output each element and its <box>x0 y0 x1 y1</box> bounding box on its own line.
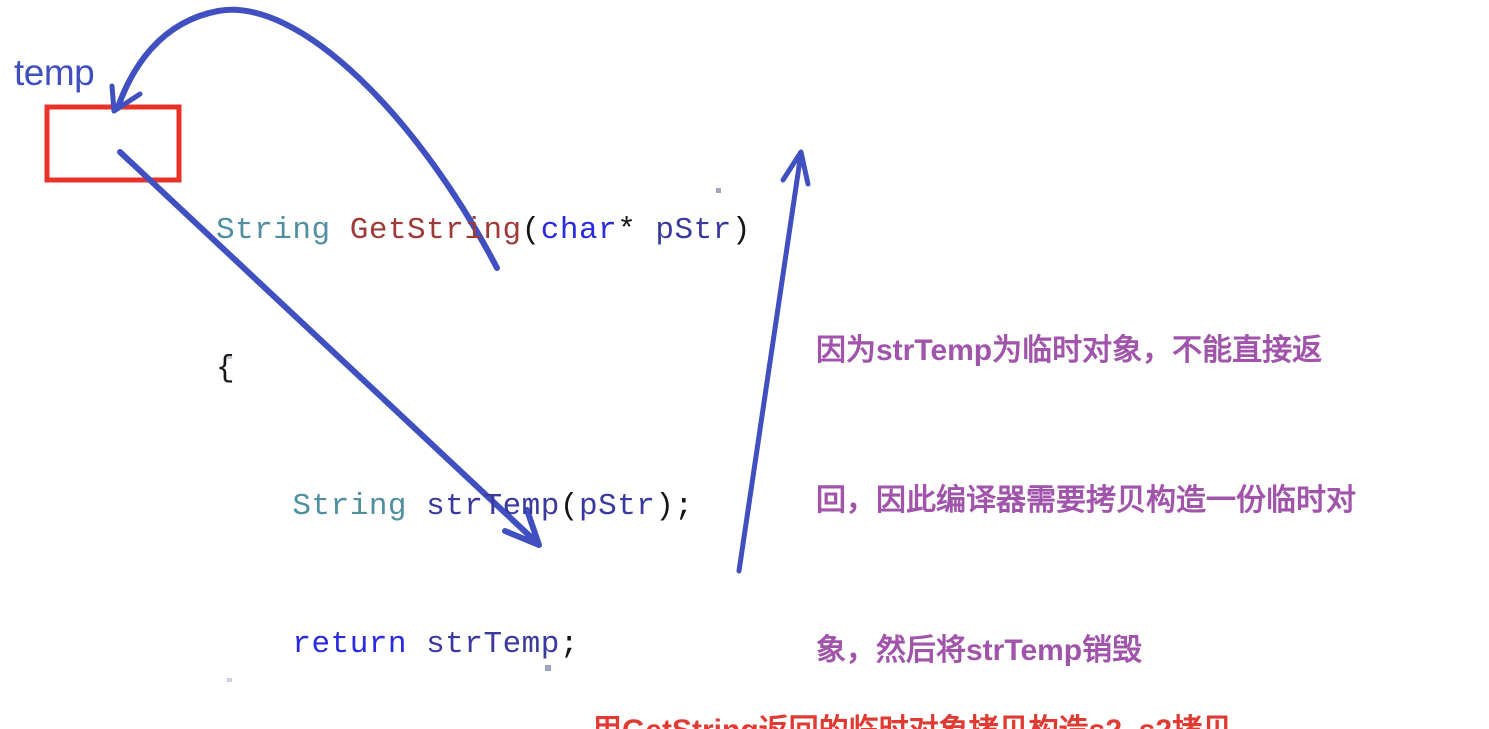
ink-speck <box>227 678 232 682</box>
code-token: char <box>540 213 618 248</box>
code-token: ( <box>559 489 579 524</box>
code-token: ); <box>655 489 694 524</box>
code-token: strTemp <box>426 627 560 662</box>
annotation-purple-line: 回，因此编译器需要拷贝构造一份临时对 <box>816 484 1356 517</box>
ink-speck <box>545 665 551 671</box>
code-token: String <box>292 489 408 524</box>
code-token: ; <box>559 627 579 662</box>
code-token: ) <box>731 213 751 248</box>
code-token: GetString <box>349 213 522 248</box>
ink-speck <box>716 188 721 193</box>
code-line-line-1: String GetString(char* pStr) <box>216 208 866 254</box>
annotation-purple-line: 因为strTemp为临时对象，不能直接返 <box>816 334 1323 367</box>
code-token: String <box>216 213 331 248</box>
code-line-line-3: String strTemp(pStr); <box>216 484 866 530</box>
code-token: pStr <box>655 213 732 248</box>
code-token: strTemp <box>426 489 560 524</box>
ink-speck <box>227 355 232 359</box>
annotation-red: 用GetString返回的临时对象拷贝构造s2, s2拷贝 构造成功后，temp… <box>592 606 1232 729</box>
temp-object-box <box>44 104 182 183</box>
annotation-red-line: 用GetString返回的临时对象拷贝构造s2, s2拷贝 <box>592 706 1232 729</box>
temp-box-label: temp <box>14 52 95 93</box>
code-token: return <box>292 627 408 662</box>
code-token: * <box>617 213 656 248</box>
code-token: { <box>216 351 236 386</box>
return-to-temp-arrowhead <box>109 83 143 114</box>
code-token: ( <box>521 213 541 248</box>
diagram-canvas: temp String GetString(char* pStr) { Stri… <box>0 0 1489 729</box>
code-token: pStr <box>579 489 656 524</box>
code-line-line-2: { <box>216 346 866 392</box>
